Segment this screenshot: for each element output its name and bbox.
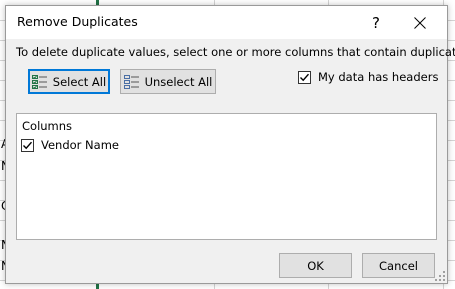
dialog-titlebar[interactable]: Remove Duplicates ? <box>6 6 447 39</box>
columns-list-title: Columns <box>22 119 73 133</box>
dialog-title: Remove Duplicates <box>17 14 138 29</box>
help-button[interactable]: ? <box>354 6 398 39</box>
headers-checkbox-box[interactable] <box>298 70 311 84</box>
columns-list[interactable]: Columns Vendor Name <box>16 113 437 240</box>
unselect-all-label: Unselect All <box>144 74 213 89</box>
column-item-label: Vendor Name <box>41 138 119 152</box>
unselect-all-icon <box>123 74 139 89</box>
column-checkbox[interactable] <box>21 138 34 152</box>
cancel-label: Cancel <box>379 258 418 273</box>
select-all-icon <box>31 74 47 89</box>
headers-checkbox-label: My data has headers <box>318 70 439 84</box>
cancel-button[interactable]: Cancel <box>362 253 435 278</box>
select-all-label: Select All <box>52 74 107 89</box>
checkmark-icon <box>300 73 310 81</box>
close-button[interactable] <box>398 6 442 39</box>
select-all-button[interactable]: Select All <box>28 69 110 94</box>
my-data-has-headers-checkbox[interactable]: My data has headers <box>298 70 438 84</box>
checkmark-icon <box>23 141 33 149</box>
instruction-text: To delete duplicate values, select one o… <box>16 45 455 59</box>
help-icon: ? <box>372 13 380 32</box>
column-item-vendor-name[interactable]: Vendor Name <box>21 138 119 152</box>
close-icon <box>414 16 426 29</box>
remove-duplicates-dialog: Remove Duplicates ? To delete duplicate … <box>5 5 455 284</box>
ok-label: OK <box>307 258 324 273</box>
unselect-all-button[interactable]: Unselect All <box>120 69 216 94</box>
resize-grip-icon[interactable] <box>435 271 445 281</box>
ok-button[interactable]: OK <box>279 253 352 278</box>
